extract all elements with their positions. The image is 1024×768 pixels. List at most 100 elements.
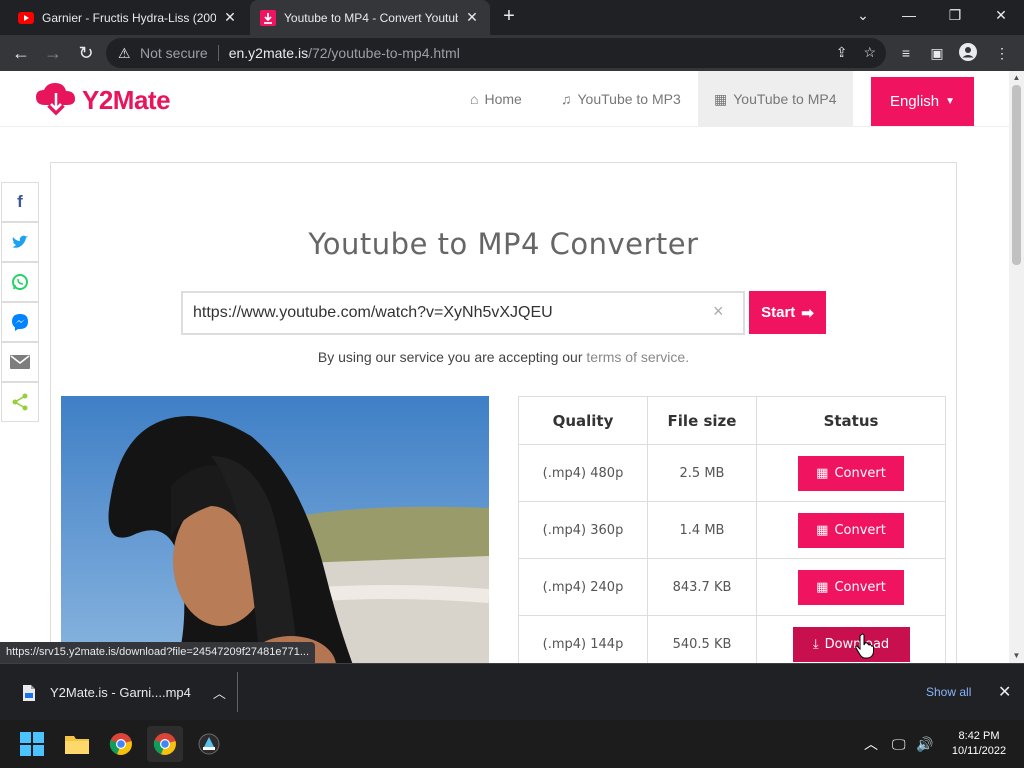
scroll-up-arrow-icon[interactable]: ▲ [1009,71,1024,85]
back-button[interactable]: ← [8,40,34,66]
close-icon[interactable]: ✕ [464,9,480,26]
convert-button[interactable]: ▦ Convert [798,512,904,548]
column-header-file-size: File size [647,396,757,445]
minimize-button[interactable]: — [886,0,932,32]
forward-button[interactable]: → [40,40,66,66]
quality-table: Quality File size Status (.mp4) 480p 2.5… [518,396,946,663]
language-dropdown[interactable]: English ▼ [871,77,974,126]
close-window-button[interactable]: ✕ [978,0,1024,32]
share-button[interactable] [1,382,39,422]
messenger-icon [12,314,28,331]
nav-mp3-label: YouTube to MP3 [577,91,681,107]
download-shelf: Y2Mate.is - Garni....mp4 ︿ Show all ✕ [0,663,1024,720]
network-icon[interactable]: 🖵 [892,720,906,768]
download-button[interactable]: ⤓ Download [792,626,910,662]
email-share-button[interactable] [1,342,39,382]
close-download-shelf-icon[interactable]: ✕ [998,682,1011,702]
side-panel-icon[interactable]: ▣ [927,43,947,63]
column-header-quality: Quality [518,396,648,445]
converter-card: Youtube to MP4 Converter https://www.you… [50,162,957,663]
table-row: (.mp4) 240p 843.7 KB ▦ Convert [518,558,946,616]
convert-label: Convert [834,522,886,538]
url-input[interactable]: https://www.youtube.com/watch?v=XyNh5vXJ… [181,291,745,335]
chevron-up-icon[interactable]: ︿ [213,683,226,702]
facebook-share-button[interactable]: f [1,182,39,222]
caret-down-icon: ▼ [945,96,956,107]
address-bar[interactable]: ⚠ Not secure en.y2mate.is/72/youtube-to-… [106,38,886,68]
convert-button[interactable]: ▦ Convert [798,569,904,605]
nav-youtube-to-mp4[interactable]: ▦ YouTube to MP4 [698,71,853,127]
twitter-share-button[interactable] [1,222,39,262]
terms-link[interactable]: terms of service. [586,349,689,365]
share-icon[interactable]: ⇪ [836,44,848,61]
app-taskbar-button[interactable] [191,726,227,762]
size-cell: 843.7 KB [647,558,757,616]
quality-cell: (.mp4) 240p [518,558,648,616]
chrome-taskbar-button[interactable] [103,726,139,762]
scroll-down-arrow-icon[interactable]: ▼ [1009,649,1024,663]
restore-button[interactable]: ❐ [932,0,978,32]
facebook-icon: f [17,192,23,211]
browser-toolbar: ← → ↻ ⚠ Not secure en.y2mate.is/72/youtu… [0,35,1024,71]
url-text[interactable]: en.y2mate.is/72/youtube-to-mp4.html [229,45,460,61]
file-explorer-button[interactable] [59,726,95,762]
messenger-share-button[interactable] [1,302,39,342]
page-scrollbar[interactable]: ▲ ▼ [1009,71,1024,663]
menu-icon[interactable]: ⋮ [992,43,1012,63]
terms-notice: By using our service you are accepting o… [51,349,956,365]
film-icon: ▦ [816,522,829,538]
arrow-right-icon: ➡ [801,304,814,322]
clear-input-button[interactable]: × [713,301,724,322]
share-icon [12,393,28,411]
site-header: Y2Mate ⌂ Home ♫ YouTube to MP3 ▦ YouTube… [0,71,1009,127]
file-icon [23,684,35,701]
new-tab-button[interactable]: + [498,6,520,28]
system-clock[interactable]: 8:42 PM 10/11/2022 [946,729,1012,759]
windows-taskbar: ︿ 🖵 🔊 8:42 PM 10/11/2022 [0,720,1024,768]
tab-search-icon[interactable]: ⌄ [840,0,886,32]
whatsapp-share-button[interactable] [1,262,39,302]
logo-text: Y2Mate [82,84,171,115]
tab-title: Garnier - Fructis Hydra-Liss (2008) [42,10,216,25]
omnibox-actions: ⇪ ☆ [836,44,876,61]
clock-time: 8:42 PM [958,730,1000,742]
column-header-status: Status [756,396,946,445]
app-icon [198,733,220,755]
status-cell: ⤓ Download [756,615,946,663]
security-label[interactable]: Not secure [140,45,208,61]
tab-garnier[interactable]: Garnier - Fructis Hydra-Liss (2008) ✕ [8,0,248,35]
download-item[interactable]: Y2Mate.is - Garni....mp4 ︿ [14,664,238,721]
terms-text: By using our service you are accepting o… [317,349,583,365]
windows-start-button[interactable] [14,726,50,762]
tab-y2mate[interactable]: Youtube to MP4 - Convert Youtube ✕ [250,0,490,35]
scrollbar-thumb[interactable] [1012,85,1021,265]
show-all-button[interactable]: Show all [926,685,971,699]
close-icon[interactable]: ✕ [222,9,238,26]
size-cell: 1.4 MB [647,501,757,559]
chrome-taskbar-button-active[interactable] [147,726,183,762]
video-thumbnail [61,396,489,663]
show-hidden-icons-button[interactable]: ︿ [864,720,878,768]
download-icon: ⤓ [812,636,819,652]
profile-icon[interactable] [958,43,978,63]
nav-youtube-to-mp3[interactable]: ♫ YouTube to MP3 [561,71,681,127]
folder-icon [65,736,89,754]
chrome-icon [109,733,132,755]
warning-icon[interactable]: ⚠ [118,45,134,62]
bookmark-star-icon[interactable]: ☆ [863,44,876,61]
table-row: (.mp4) 144p 540.5 KB ⤓ Download [518,615,946,663]
twitter-icon [12,235,28,248]
site-logo[interactable]: Y2Mate [34,81,171,119]
size-cell: 540.5 KB [647,615,757,663]
reading-list-icon[interactable]: ≡ [896,43,916,63]
convert-button[interactable]: ▦ Convert [798,455,904,491]
quality-cell: (.mp4) 480p [518,444,648,502]
quality-cell: (.mp4) 360p [518,501,648,559]
start-button[interactable]: Start ➡ [749,291,826,334]
nav-home[interactable]: ⌂ Home [470,71,522,127]
youtube-icon [18,10,34,26]
size-cell: 2.5 MB [647,444,757,502]
reload-button[interactable]: ↻ [73,40,99,66]
volume-icon[interactable]: 🔊 [916,720,933,768]
cloud-download-icon [36,83,75,116]
